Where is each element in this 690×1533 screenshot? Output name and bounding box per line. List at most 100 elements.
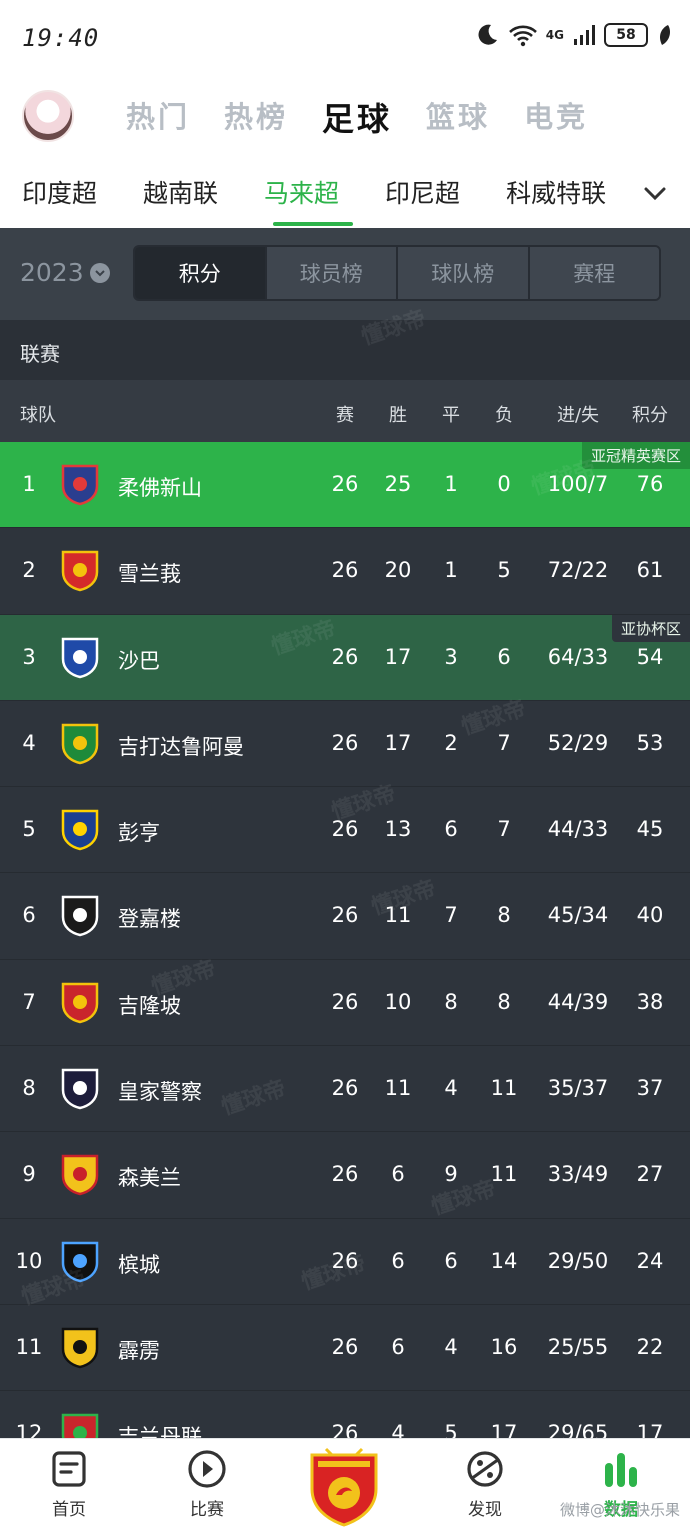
league-tab-bar: 印度超 越南联 马来超 印尼超 科威特联 bbox=[0, 158, 690, 228]
goals: 52/29 bbox=[547, 730, 609, 755]
drawn: 9 bbox=[444, 1162, 458, 1187]
goals: 25/55 bbox=[547, 1334, 609, 1359]
team-logo-icon bbox=[58, 1325, 102, 1369]
points: 37 bbox=[636, 1076, 664, 1101]
league-tab-1[interactable]: 越南联 bbox=[143, 174, 218, 210]
team-rank: 12 bbox=[15, 1421, 43, 1438]
segment-3[interactable]: 赛程 bbox=[529, 247, 659, 299]
lost: 7 bbox=[497, 730, 511, 755]
goals: 44/33 bbox=[547, 817, 609, 842]
points: 53 bbox=[636, 730, 664, 755]
league-tab-3[interactable]: 印尼超 bbox=[385, 174, 460, 210]
segment-1[interactable]: 球员榜 bbox=[266, 247, 398, 299]
team-logo-icon bbox=[58, 893, 102, 937]
table-row[interactable]: 11 霹雳 26 6 4 16 25/55 22 bbox=[0, 1304, 690, 1392]
home-doc-icon bbox=[52, 1451, 86, 1487]
status-time: 19:40 bbox=[22, 24, 100, 52]
drawn: 2 bbox=[444, 730, 458, 755]
drawn: 6 bbox=[444, 817, 458, 842]
header-points: 积分 bbox=[632, 405, 668, 426]
table-row[interactable]: 6 登嘉楼 26 11 7 8 45/34 40 bbox=[0, 873, 690, 960]
team-name: 森美兰 bbox=[118, 1166, 181, 1191]
season-label: 2023 bbox=[20, 258, 84, 287]
nav-home[interactable]: 首页 bbox=[24, 1449, 114, 1520]
team-rank: 3 bbox=[22, 644, 36, 669]
header-goals: 进/失 bbox=[556, 405, 600, 426]
season-selector[interactable]: 2023 bbox=[20, 258, 110, 287]
goals: 44/39 bbox=[547, 989, 609, 1014]
won: 11 bbox=[384, 1076, 412, 1101]
table-row[interactable]: 5 彭亨 26 13 6 7 44/33 45 bbox=[0, 787, 690, 874]
league-tab-4[interactable]: 科威特联 bbox=[506, 174, 606, 210]
team-rank: 8 bbox=[22, 1076, 36, 1101]
nav-discover[interactable]: 发现 bbox=[440, 1449, 530, 1520]
signal-icon bbox=[574, 25, 595, 45]
points: 76 bbox=[636, 472, 664, 496]
league-tab-2[interactable]: 马来超 bbox=[264, 174, 339, 210]
won: 6 bbox=[391, 1162, 405, 1187]
drawn: 7 bbox=[444, 903, 458, 928]
team-rank: 11 bbox=[15, 1334, 43, 1359]
active-tab-underline bbox=[273, 222, 353, 226]
league-tabs: 印度超 越南联 马来超 印尼超 科威特联 bbox=[22, 174, 626, 210]
standings-table: 1 柔佛新山 26 25 1 0 100/7 76 亚冠精英赛区 2 雪兰莪 26 20 1 5 72/22 6… bbox=[0, 442, 690, 1438]
team-logo-icon bbox=[58, 462, 102, 506]
team-rank: 7 bbox=[22, 989, 36, 1014]
won: 11 bbox=[384, 903, 412, 928]
table-row[interactable]: 10 槟城 26 6 6 14 29/50 24 bbox=[0, 1218, 690, 1305]
table-row[interactable]: 1 柔佛新山 26 25 1 0 100/7 76 亚冠精英赛区 bbox=[0, 442, 690, 529]
goals: 45/34 bbox=[547, 903, 609, 928]
played: 26 bbox=[331, 989, 359, 1014]
top-tab-3[interactable]: 篮球 bbox=[426, 94, 490, 140]
table-header: 球队 赛 胜 平 负 进/失 积分 bbox=[0, 380, 690, 442]
points: 54 bbox=[636, 644, 664, 669]
lost: 6 bbox=[497, 644, 511, 669]
segment-0[interactable]: 积分 bbox=[135, 247, 267, 299]
chevron-down-icon[interactable] bbox=[640, 178, 670, 208]
drawn: 8 bbox=[444, 989, 458, 1014]
club-badge-icon[interactable] bbox=[306, 1445, 382, 1527]
team-logo-icon bbox=[58, 980, 102, 1024]
drawn: 1 bbox=[444, 472, 458, 496]
top-tab-4[interactable]: 电竞 bbox=[524, 94, 588, 140]
goals: 35/37 bbox=[547, 1076, 609, 1101]
table-row[interactable]: 9 森美兰 26 6 9 11 33/49 27 bbox=[0, 1132, 690, 1219]
top-tab-1[interactable]: 热榜 bbox=[224, 94, 288, 140]
table-row[interactable]: 2 雪兰莪 26 20 1 5 72/22 61 bbox=[0, 528, 690, 615]
table-row[interactable]: 8 皇家警察 26 11 4 11 35/37 37 bbox=[0, 1046, 690, 1133]
team-rank: 5 bbox=[22, 817, 36, 842]
lost: 11 bbox=[490, 1162, 518, 1187]
goals: 64/33 bbox=[547, 644, 609, 669]
team-logo-icon bbox=[58, 1152, 102, 1196]
header-team: 球队 bbox=[20, 405, 56, 426]
team-name: 吉打达鲁阿曼 bbox=[118, 734, 244, 759]
points: 45 bbox=[636, 817, 664, 842]
header-lost: 负 bbox=[495, 405, 513, 426]
table-row[interactable]: 12 吉兰丹联 26 4 5 17 29/65 17 bbox=[0, 1391, 690, 1438]
team-name: 登嘉楼 bbox=[118, 907, 181, 932]
lost: 7 bbox=[497, 817, 511, 842]
league-tab-0[interactable]: 印度超 bbox=[22, 174, 97, 210]
top-tab-0[interactable]: 热门 bbox=[126, 94, 190, 140]
points: 17 bbox=[636, 1421, 664, 1438]
status-bar: 19:40 4G 58 bbox=[0, 0, 690, 76]
filter-bar: 2023 积分 球员榜 球队榜 赛程 bbox=[0, 228, 690, 320]
lost: 5 bbox=[497, 558, 511, 583]
table-row[interactable]: 7 吉隆坡 26 10 8 8 44/39 38 bbox=[0, 959, 690, 1047]
battery-indicator: 58 bbox=[604, 23, 648, 47]
top-nav: 热门 热榜 足球 篮球 电竞 bbox=[0, 76, 690, 158]
table-row[interactable]: 4 吉打达鲁阿曼 26 17 2 7 52/29 53 bbox=[0, 700, 690, 788]
team-logo-icon bbox=[58, 1066, 102, 1110]
nav-matches[interactable]: 比赛 bbox=[162, 1449, 252, 1520]
team-name: 槟城 bbox=[118, 1252, 160, 1277]
goals: 29/50 bbox=[547, 1248, 609, 1273]
table-row[interactable]: 3 沙巴 26 17 3 6 64/33 54 亚协杯区 bbox=[0, 614, 690, 701]
user-avatar[interactable] bbox=[22, 90, 74, 142]
won: 6 bbox=[391, 1248, 405, 1273]
played: 26 bbox=[331, 817, 359, 842]
top-tab-2[interactable]: 足球 bbox=[322, 94, 392, 140]
team-rank: 6 bbox=[22, 903, 36, 928]
segment-2[interactable]: 球队榜 bbox=[398, 247, 530, 299]
lost: 16 bbox=[490, 1334, 518, 1359]
lost: 11 bbox=[490, 1076, 518, 1101]
